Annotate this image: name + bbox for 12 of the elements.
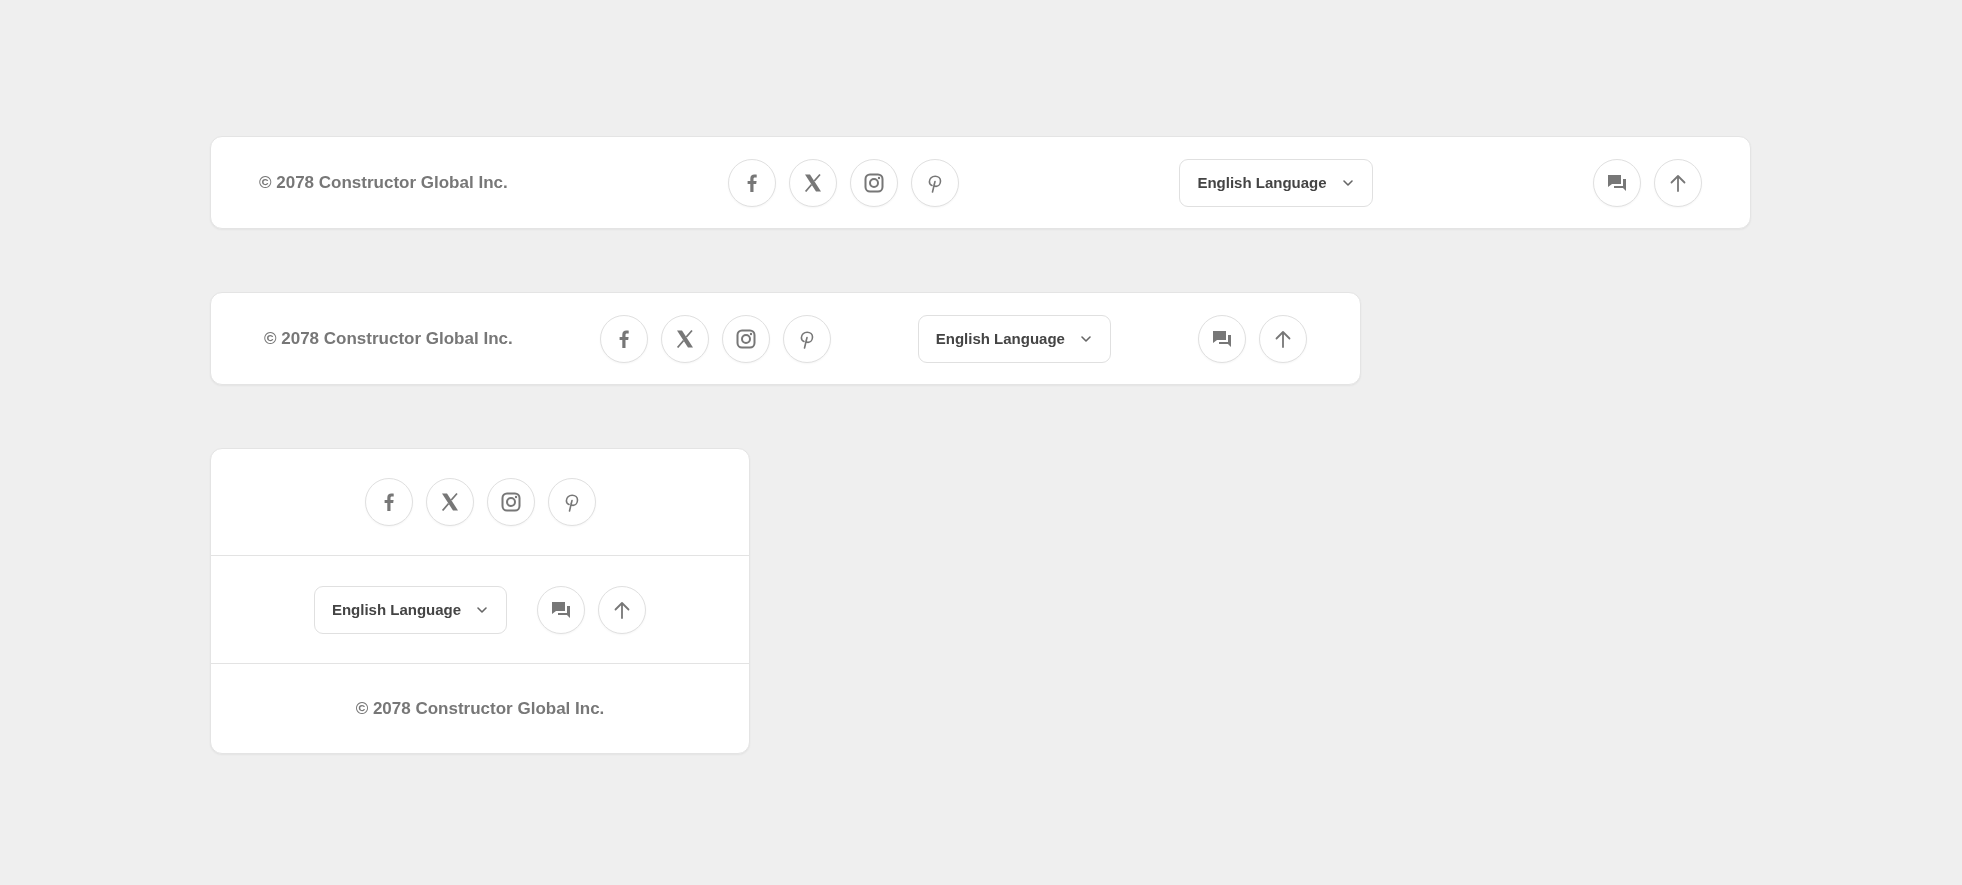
social-link-button[interactable] — [364, 478, 413, 526]
back-to-top-button[interactable] — [1259, 314, 1307, 363]
language-dropdown[interactable]: English Language — [313, 585, 508, 634]
social-link-button[interactable] — [425, 478, 474, 526]
copyright-text: © 2078 Constructor Global Inc. — [264, 328, 513, 349]
chat-button[interactable] — [1198, 314, 1246, 363]
language-dropdown[interactable]: English Language — [1179, 158, 1373, 207]
language-dropdown[interactable]: English Language — [917, 314, 1111, 363]
copyright-text: © 2078 Constructor Global Inc. — [259, 172, 508, 193]
social-link-button[interactable] — [547, 478, 596, 526]
copyright-text: © 2078 Constructor Global Inc. — [355, 698, 605, 719]
social-link-button[interactable] — [486, 478, 535, 526]
